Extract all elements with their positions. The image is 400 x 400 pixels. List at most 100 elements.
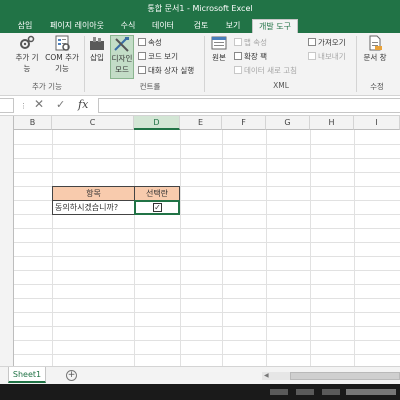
map-properties-label: 맵 속성 bbox=[244, 38, 268, 47]
gridline bbox=[266, 130, 267, 366]
design-mode-button[interactable]: 디자인 모드 bbox=[110, 35, 134, 79]
gridline bbox=[354, 130, 355, 366]
view-code-icon bbox=[138, 52, 146, 60]
gridline bbox=[14, 284, 400, 285]
table-cell-checkbox[interactable]: ✓ bbox=[134, 200, 180, 215]
design-mode-label: 디자인 모드 bbox=[111, 54, 133, 74]
cancel-icon[interactable]: ✕ bbox=[34, 97, 44, 111]
document-panel-label: 문서 창 bbox=[363, 53, 387, 62]
map-properties-button[interactable]: 맵 속성 bbox=[234, 37, 267, 48]
addins-button[interactable]: 추가 기능 bbox=[14, 35, 40, 74]
more-icon[interactable]: ⋮ bbox=[20, 102, 27, 110]
tab-view[interactable]: 보기 bbox=[220, 19, 246, 33]
column-header-e[interactable]: E bbox=[180, 116, 222, 130]
column-header-c[interactable]: C bbox=[52, 116, 134, 130]
com-addins-button[interactable]: COM 추가 기능 bbox=[44, 35, 80, 74]
sheet-tab-bar: Sheet1 + ◀ bbox=[0, 366, 400, 384]
expansion-packs-button[interactable]: 확장 팩 bbox=[234, 51, 267, 62]
horizontal-scroll-thumb[interactable] bbox=[290, 372, 400, 380]
row-headers[interactable] bbox=[0, 116, 14, 366]
column-header-f[interactable]: F bbox=[222, 116, 266, 130]
gridline bbox=[14, 298, 400, 299]
group-divider bbox=[356, 36, 357, 92]
group-divider bbox=[204, 36, 205, 92]
insert-function-button[interactable]: fx bbox=[78, 98, 88, 111]
run-dialog-label: 대화 상자 실행 bbox=[148, 66, 195, 75]
status-bar bbox=[0, 384, 400, 400]
view-pagebreak-icon[interactable] bbox=[322, 389, 340, 395]
addins-label: 추가 기능 bbox=[15, 53, 39, 73]
gear-icon bbox=[20, 35, 35, 49]
table-header-select[interactable]: 선택란 bbox=[134, 186, 180, 201]
gridline bbox=[52, 130, 53, 366]
tab-insert[interactable]: 삽입 bbox=[12, 19, 38, 33]
sheet-tab-sheet1[interactable]: Sheet1 bbox=[8, 367, 46, 383]
refresh-data-icon bbox=[234, 66, 242, 74]
worksheet-grid[interactable]: B C D E F G H I 항목 선택란 동의하시겠습니까? ✓ bbox=[0, 116, 400, 366]
refresh-data-button[interactable]: 데이터 새로 고침 bbox=[234, 65, 297, 76]
map-properties-icon bbox=[234, 38, 242, 46]
view-layout-icon[interactable] bbox=[296, 389, 314, 395]
table-header-item[interactable]: 항목 bbox=[52, 186, 135, 201]
name-box[interactable] bbox=[0, 98, 14, 113]
zoom-slider[interactable] bbox=[346, 389, 396, 395]
gridline bbox=[14, 242, 400, 243]
column-header-h[interactable]: H bbox=[310, 116, 354, 130]
tab-formulas[interactable]: 수식 bbox=[116, 19, 140, 33]
export-icon bbox=[308, 52, 316, 60]
addins-group-label: 추가 기능 bbox=[32, 82, 62, 91]
export-label: 내보내기 bbox=[318, 52, 346, 61]
column-header-b[interactable]: B bbox=[14, 116, 52, 130]
column-header-i[interactable]: I bbox=[354, 116, 400, 130]
expansion-packs-label: 확장 팩 bbox=[244, 52, 268, 61]
gridline bbox=[14, 158, 400, 159]
scroll-left-icon[interactable]: ◀ bbox=[264, 372, 269, 379]
run-dialog-icon bbox=[138, 66, 146, 74]
enter-icon[interactable]: ✓ bbox=[56, 98, 65, 111]
document-panel-button[interactable]: 문서 창 bbox=[360, 35, 390, 63]
add-sheet-icon[interactable]: + bbox=[66, 370, 77, 381]
xml-source-button[interactable]: 원본 bbox=[208, 35, 230, 63]
window-title: 통합 문서1 - Microsoft Excel bbox=[147, 4, 253, 13]
gridline bbox=[14, 354, 400, 355]
xml-group-label: XML bbox=[273, 81, 289, 90]
agree-checkbox[interactable]: ✓ bbox=[153, 203, 162, 212]
tab-data[interactable]: 데이터 bbox=[146, 19, 180, 33]
tab-review[interactable]: 검토 bbox=[188, 19, 214, 33]
formula-bar: ⋮ ✕ ✓ fx bbox=[0, 96, 400, 116]
xml-source-label: 원본 bbox=[212, 53, 226, 62]
gridline bbox=[222, 130, 223, 366]
gridline bbox=[14, 326, 400, 327]
gridline bbox=[14, 172, 400, 173]
gridline bbox=[14, 270, 400, 271]
view-code-label: 코드 보기 bbox=[148, 52, 178, 61]
xml-source-icon bbox=[211, 36, 227, 50]
import-button[interactable]: 가져오기 bbox=[308, 37, 346, 48]
gridline bbox=[14, 256, 400, 257]
gridline bbox=[134, 130, 135, 366]
insert-control-button[interactable]: 삽입 bbox=[87, 35, 107, 63]
refresh-data-label: 데이터 새로 고침 bbox=[244, 66, 298, 75]
insert-control-label: 삽입 bbox=[90, 53, 104, 62]
run-dialog-button[interactable]: 대화 상자 실행 bbox=[138, 65, 194, 76]
export-button[interactable]: 내보내기 bbox=[308, 51, 346, 62]
title-bar: 통합 문서1 - Microsoft Excel bbox=[0, 0, 400, 17]
expansion-packs-icon bbox=[234, 52, 242, 60]
document-panel-icon bbox=[369, 35, 382, 51]
properties-icon bbox=[138, 38, 146, 46]
view-normal-icon[interactable] bbox=[270, 389, 288, 395]
table-cell-question[interactable]: 동의하시겠습니까? bbox=[52, 200, 135, 215]
tab-page-layout[interactable]: 페이지 레이아웃 bbox=[44, 19, 110, 33]
com-addins-label: COM 추가 기능 bbox=[45, 53, 79, 73]
properties-button[interactable]: 속성 bbox=[138, 37, 162, 48]
view-code-button[interactable]: 코드 보기 bbox=[138, 51, 178, 62]
gridline bbox=[14, 228, 400, 229]
tab-developer[interactable]: 개발 도구 bbox=[252, 19, 298, 33]
toolbox-icon bbox=[90, 37, 104, 50]
com-addins-icon bbox=[55, 35, 70, 51]
column-header-d[interactable]: D bbox=[134, 116, 180, 130]
gridline bbox=[310, 130, 311, 366]
formula-input[interactable] bbox=[98, 98, 400, 113]
import-icon bbox=[308, 38, 316, 46]
column-header-g[interactable]: G bbox=[266, 116, 310, 130]
